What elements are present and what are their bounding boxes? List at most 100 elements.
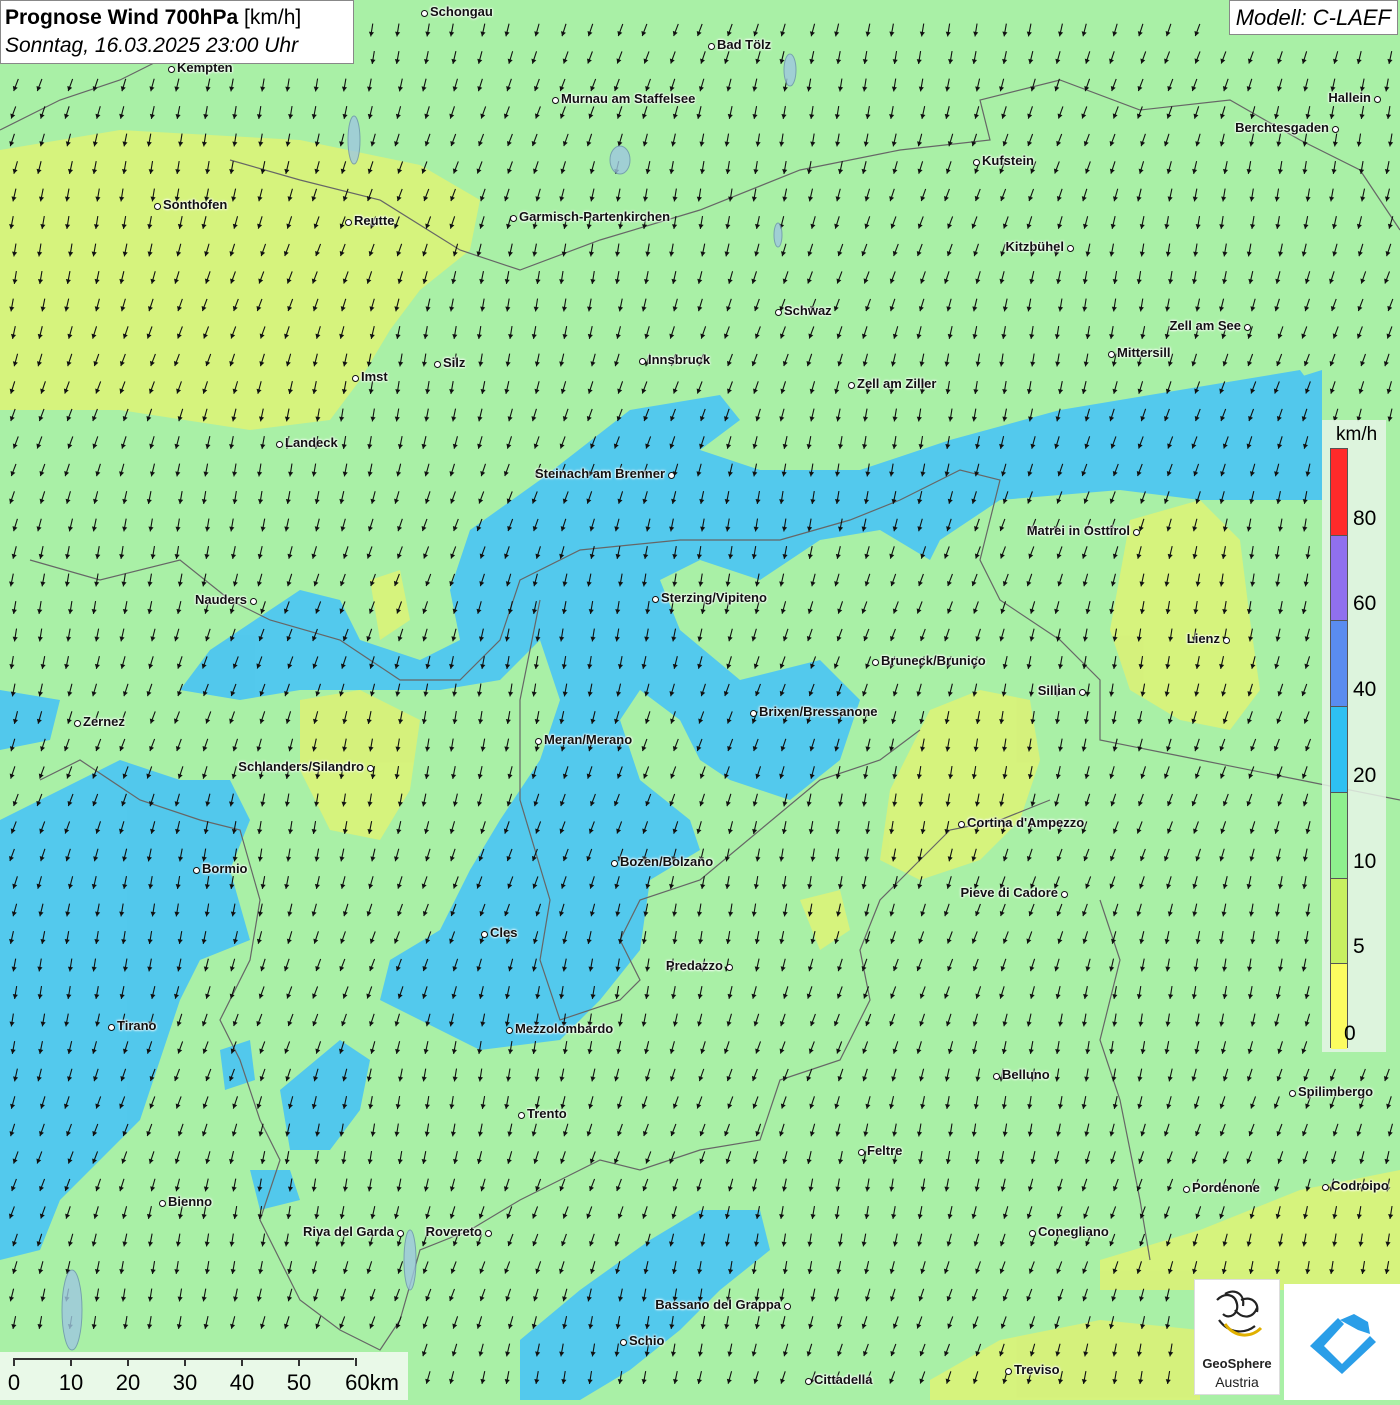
scale-tick	[13, 1358, 15, 1366]
city-dot	[651, 595, 659, 603]
legend-label: 5	[1353, 935, 1365, 959]
city-label: Feltre	[867, 1143, 903, 1158]
scale-tick	[127, 1358, 129, 1366]
app-logo[interactable]	[1284, 1284, 1400, 1400]
city-label: Zell am See	[1169, 318, 1241, 333]
city-label: Innsbruck	[648, 352, 711, 367]
scale-label: 0	[7, 1370, 21, 1395]
city-label: Reutte	[354, 213, 395, 228]
city-dot	[610, 859, 618, 867]
city-label: Trento	[527, 1106, 567, 1121]
city-label: Landeck	[285, 435, 338, 450]
city-dot	[107, 1023, 115, 1031]
scale-tick	[70, 1358, 72, 1366]
scale-label: 40	[229, 1370, 255, 1395]
city-label: Silz	[443, 355, 466, 370]
city-label: Bad Tölz	[717, 37, 772, 52]
city-label: Matrei in Osttirol	[1026, 523, 1130, 538]
city-label: Bassano del Grappa	[655, 1297, 781, 1312]
city-dot	[638, 357, 646, 365]
city-dot	[1078, 688, 1086, 696]
city-label: Mezzolombardo	[515, 1021, 614, 1036]
map-title-unit: [km/h]	[244, 6, 302, 29]
city-label: Hallein	[1328, 90, 1371, 105]
legend-label: 10	[1353, 849, 1377, 873]
city-dot	[1028, 1229, 1036, 1237]
city-dot	[396, 1229, 404, 1237]
scale-label: 30	[172, 1370, 198, 1395]
app-logo-icon	[1310, 1314, 1376, 1374]
legend-label: 60	[1353, 592, 1377, 616]
city-dot	[505, 1026, 513, 1034]
city-dot	[1373, 95, 1381, 103]
city-dot	[275, 440, 283, 448]
city-label: Treviso	[1014, 1362, 1060, 1377]
city-dot	[783, 1302, 791, 1310]
scale-tick	[355, 1358, 357, 1366]
city-label: Predazzo	[665, 958, 723, 973]
city-dot	[1288, 1089, 1296, 1097]
legend-label: 40	[1353, 678, 1377, 702]
forecast-datetime: Sonntag, 16.03.2025 23:00 Uhr	[5, 34, 299, 57]
city-label: Cles	[490, 925, 518, 940]
city-label: Nauders	[194, 592, 247, 607]
city-dot	[351, 374, 359, 382]
city-dot	[871, 658, 879, 666]
scale-tick	[298, 1358, 300, 1366]
scale-bar: 0 10 20 30 40 50 60km	[0, 1352, 408, 1400]
geosphere-logo-icon	[1216, 1290, 1263, 1337]
city-label: Bienno	[168, 1194, 213, 1209]
scale-tick	[241, 1358, 243, 1366]
city-label: Berchtesgaden	[1235, 120, 1329, 135]
scale-label: 20	[115, 1370, 141, 1395]
city-dot	[517, 1111, 525, 1119]
city-dot	[366, 764, 374, 772]
legend-color-segment	[1331, 877, 1347, 964]
city-dot	[73, 719, 81, 727]
legend-color-segment	[1331, 706, 1347, 792]
legend-colorbar	[1330, 448, 1348, 1049]
city-dot	[1222, 636, 1230, 644]
city-label: Zell am Ziller	[857, 376, 937, 391]
city-label: Codroipo	[1331, 1178, 1389, 1193]
city-label: Sillian	[1037, 683, 1076, 698]
city-label: Belluno	[1002, 1067, 1050, 1082]
legend-color-segment	[1331, 620, 1347, 707]
legend-color-segment	[1331, 534, 1347, 621]
city-label: Garmisch-Partenkirchen	[519, 209, 671, 224]
city-label: Spilimbergo	[1298, 1084, 1374, 1099]
city-dot	[433, 360, 441, 368]
city-label: Zernez	[83, 714, 125, 729]
city-label: Steinach am Brenner	[534, 466, 665, 481]
legend-color-segment	[1331, 791, 1347, 878]
city-dot	[957, 820, 965, 828]
city-dot	[249, 597, 257, 605]
city-label: Brixen/Bressanone	[759, 704, 878, 719]
city-dot	[725, 963, 733, 971]
city-label: Schongau	[430, 4, 493, 19]
city-label: Kitzbühel	[1005, 239, 1065, 254]
city-label: Riva del Garda	[302, 1224, 394, 1239]
city-dot	[972, 158, 980, 166]
city-label: Murnau am Staffelsee	[561, 91, 696, 106]
city-label: Bozen/Bolzano	[620, 854, 714, 869]
city-dot	[551, 96, 559, 104]
city-label: Meran/Merano	[544, 732, 633, 747]
city-dot	[158, 1199, 166, 1207]
city-label: Cortina d'Ampezzo	[967, 815, 1085, 830]
map-title-main: Prognose Wind 700hPa	[5, 6, 239, 29]
legend-label: 80	[1353, 506, 1377, 530]
city-label: Tirano	[117, 1018, 157, 1033]
geosphere-logo[interactable]: GeoSphere Austria	[1194, 1279, 1280, 1395]
model-label: Modell: C-LAEF	[1228, 0, 1398, 35]
city-label: Schio	[629, 1333, 665, 1348]
scale-label: 10	[58, 1370, 84, 1395]
city-dot	[749, 709, 757, 717]
city-dot	[1331, 125, 1339, 133]
city-label: Sonthofen	[163, 197, 228, 212]
city-dot	[1004, 1367, 1012, 1375]
city-dot	[707, 42, 715, 50]
city-dot	[1060, 890, 1068, 898]
city-dot	[992, 1072, 1000, 1080]
city-label: Pordenone	[1192, 1180, 1260, 1195]
